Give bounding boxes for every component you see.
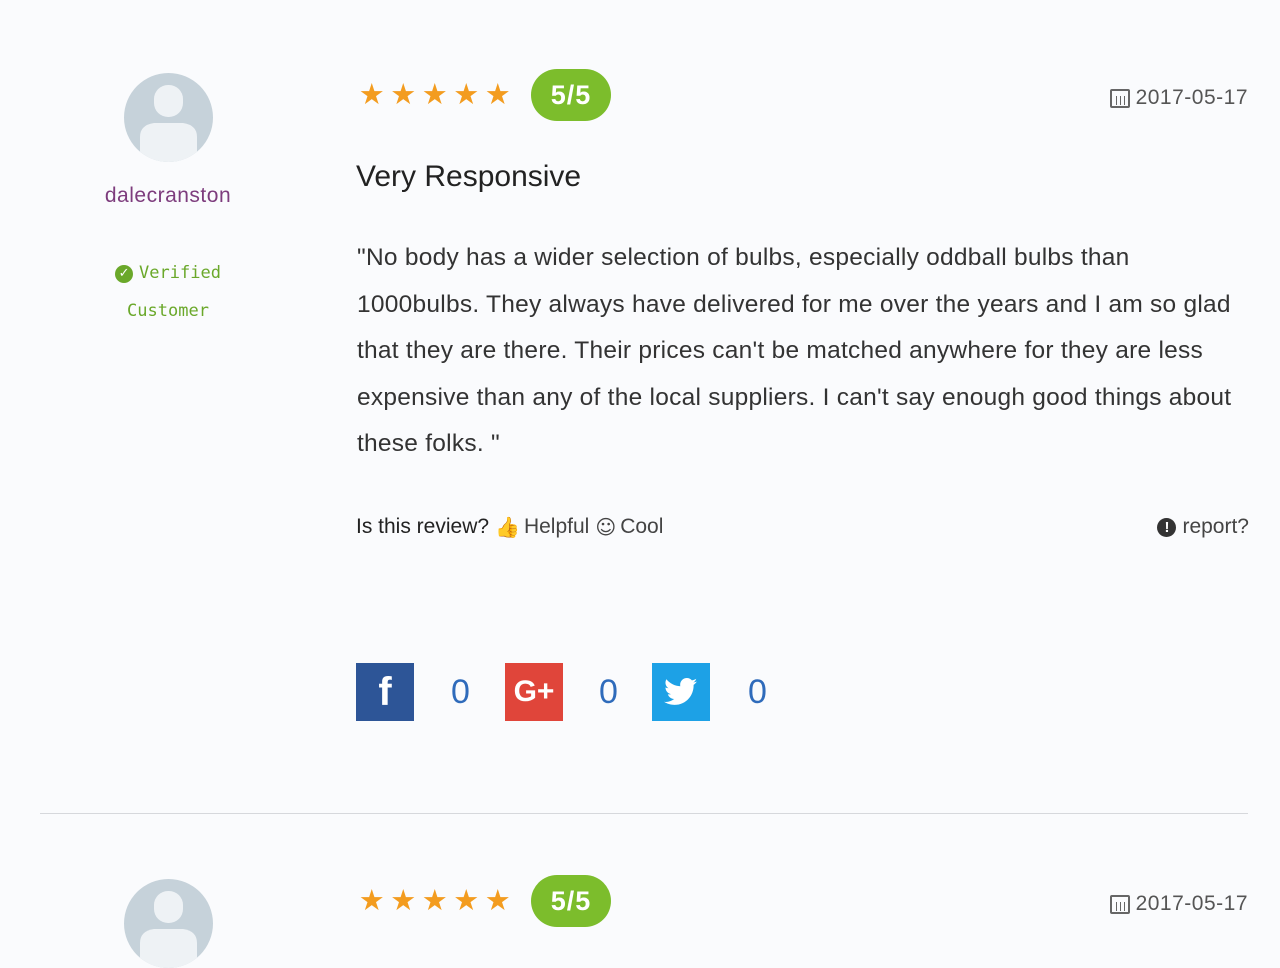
star-icon: ★ xyxy=(453,883,480,917)
star-icon: ★ xyxy=(421,883,448,917)
star-icon: ★ xyxy=(358,883,385,917)
score-badge: 5/5 xyxy=(531,875,611,927)
star-icon: ★ xyxy=(390,883,417,917)
review-item: ★ ★ ★ ★ ★ 5/5 2017-05-17 xyxy=(0,0,1280,968)
review-date-text: 2017-05-17 xyxy=(1135,892,1248,915)
calendar-icon xyxy=(1109,894,1130,914)
review-date: 2017-05-17 xyxy=(1109,892,1248,916)
star-rating: ★ ★ ★ ★ ★ xyxy=(357,884,513,916)
star-icon: ★ xyxy=(484,883,511,917)
user-avatar-icon xyxy=(124,879,213,968)
